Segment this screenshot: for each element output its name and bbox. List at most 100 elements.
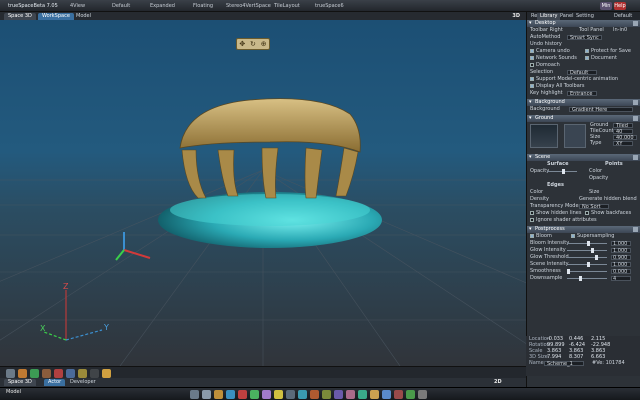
menu-item-truespace6[interactable]: trueSpace6 [315, 3, 344, 9]
dock-icon-11[interactable] [310, 390, 319, 399]
zoom-icon[interactable]: ⊕ [261, 40, 267, 48]
scene-hidden-lines-row[interactable]: Show hidden lines Show backfaces [527, 210, 640, 217]
background-select[interactable]: Gradient Here [569, 107, 633, 113]
dock-icon-17[interactable] [382, 390, 391, 399]
dock-icon-2[interactable] [202, 390, 211, 399]
dock-icon-19[interactable] [406, 390, 415, 399]
navigation-widget[interactable]: ✥ ↻ ⊕ [236, 38, 270, 50]
section-ground[interactable]: Ground [527, 115, 640, 122]
network-sounds-checkbox[interactable] [530, 55, 534, 60]
section-background[interactable]: Background [527, 99, 640, 106]
model-tool-icon[interactable] [42, 369, 51, 378]
camera-tool-icon[interactable] [66, 369, 75, 378]
view-mode-3d[interactable]: 3D [512, 13, 520, 19]
dock-icon-13[interactable] [334, 390, 343, 399]
postprocess-value[interactable]: 1.000 [611, 248, 631, 254]
postprocess-slider[interactable] [567, 241, 607, 246]
paint-tool-icon[interactable] [30, 369, 39, 378]
tab-space3d[interactable]: Space 3D [4, 13, 36, 20]
menu-item-floating[interactable]: Floating [193, 3, 213, 9]
dock-icon-18[interactable] [394, 390, 403, 399]
tab-actor[interactable]: Actor [44, 379, 66, 386]
automethod-select[interactable]: Smart Sync [567, 35, 602, 41]
display-toolbars-row[interactable]: Display All Toolbars [527, 83, 640, 90]
tab-workspace[interactable]: WorkSpace [38, 13, 74, 20]
postprocess-value[interactable]: 1.000 [611, 262, 631, 268]
pan-icon[interactable]: ✥ [239, 40, 245, 48]
tab-model[interactable]: Model [72, 13, 95, 20]
dock-icon-14[interactable] [346, 390, 355, 399]
minimize-button[interactable]: Min [600, 2, 612, 10]
postprocess-slider[interactable] [567, 269, 607, 274]
name-field[interactable]: Scheme_1 [544, 361, 584, 367]
dock-icon-10[interactable] [298, 390, 307, 399]
scene-ignore-shader-row[interactable]: Ignore shader attributes [527, 217, 640, 224]
help-button[interactable]: Help [614, 2, 626, 10]
postprocess-slider[interactable] [567, 248, 607, 253]
selection-select[interactable]: Default [567, 70, 597, 76]
ground-preview-left[interactable] [530, 124, 558, 148]
postprocess-value[interactable]: 0.000 [611, 269, 631, 275]
render-tool-icon[interactable] [90, 369, 99, 378]
view-mode-2d[interactable]: 2D [494, 379, 502, 385]
domoach-checkbox[interactable] [530, 62, 534, 67]
postprocess-slider[interactable] [567, 255, 607, 260]
rotate-icon[interactable]: ↻ [250, 40, 256, 48]
key-highlight-select[interactable]: Entrance [567, 91, 597, 97]
menu-item-4view[interactable]: 4View [70, 3, 85, 9]
object-tool-icon[interactable] [6, 369, 15, 378]
dock-icon-9[interactable] [286, 390, 295, 399]
section-scene[interactable]: Scene [527, 154, 640, 161]
menu-item-default[interactable]: Default [112, 3, 130, 9]
ignore-shader-checkbox[interactable] [530, 217, 534, 222]
postprocess-value[interactable]: 0.900 [611, 255, 631, 261]
dock-icon-4[interactable] [226, 390, 235, 399]
dock-icon-7[interactable] [262, 390, 271, 399]
postprocess-value[interactable]: 4 [611, 276, 631, 282]
settings-tool-icon[interactable] [102, 369, 111, 378]
dock-icon-12[interactable] [322, 390, 331, 399]
surface-opacity-slider[interactable] [547, 169, 577, 174]
dock-icon-15[interactable] [358, 390, 367, 399]
object-top [179, 98, 361, 153]
postprocess-slider[interactable] [567, 262, 607, 267]
camera-undo-row[interactable]: Camera undo Protect for Save [527, 48, 640, 55]
ground-preview-right[interactable] [564, 124, 586, 148]
camera-undo-checkbox[interactable] [530, 48, 534, 53]
document-checkbox[interactable] [585, 55, 589, 60]
dock-icon-8[interactable] [274, 390, 283, 399]
supersampling-checkbox[interactable] [571, 233, 575, 238]
menu-item-tilelayout[interactable]: TileLayout [274, 3, 300, 9]
support-anim-row[interactable]: Support Model-centric animation [527, 76, 640, 83]
dock-icon-1[interactable] [190, 390, 199, 399]
tab-space3d-bottom[interactable]: Space 3D [4, 379, 36, 386]
hidden-lines-checkbox[interactable] [530, 210, 534, 215]
network-sounds-row[interactable]: Network Sounds Document [527, 55, 640, 62]
display-toolbars-checkbox[interactable] [530, 83, 534, 88]
backfaces-checkbox[interactable] [585, 210, 589, 215]
support-anim-checkbox[interactable] [530, 76, 534, 81]
bloom-checkbox[interactable] [530, 233, 534, 238]
tab-setting[interactable]: Setting [573, 13, 597, 20]
tab-developer[interactable]: Developer [66, 379, 100, 386]
scene-opacity2-row: Opacity [589, 175, 609, 181]
protect-save-checkbox[interactable] [585, 48, 589, 53]
dock-icon-16[interactable] [370, 390, 379, 399]
postprocess-value[interactable]: 1.000 [611, 241, 631, 247]
domoach-row[interactable]: Domoach [527, 62, 640, 69]
postprocess-slider[interactable] [567, 276, 607, 281]
dock-icon-5[interactable] [238, 390, 247, 399]
dock-icon-3[interactable] [214, 390, 223, 399]
dock-icon-6[interactable] [250, 390, 259, 399]
section-desktop[interactable]: Desktop [527, 20, 640, 27]
menu-item-stereo[interactable]: Stereo4VertSpace [226, 3, 271, 9]
menu-item-expanded[interactable]: Expanded [150, 3, 175, 9]
light-tool-icon[interactable] [78, 369, 87, 378]
key-highlight-row: Key highlight Entrance [527, 90, 640, 97]
section-postprocess[interactable]: Postprocess [527, 226, 640, 233]
dock-icon-20[interactable] [418, 390, 427, 399]
3d-viewport[interactable]: Z Y X ✥ ↻ ⊕ [0, 20, 526, 366]
record-tool-icon[interactable] [54, 369, 63, 378]
material-tool-icon[interactable] [18, 369, 27, 378]
default-label[interactable]: Default [611, 13, 635, 20]
